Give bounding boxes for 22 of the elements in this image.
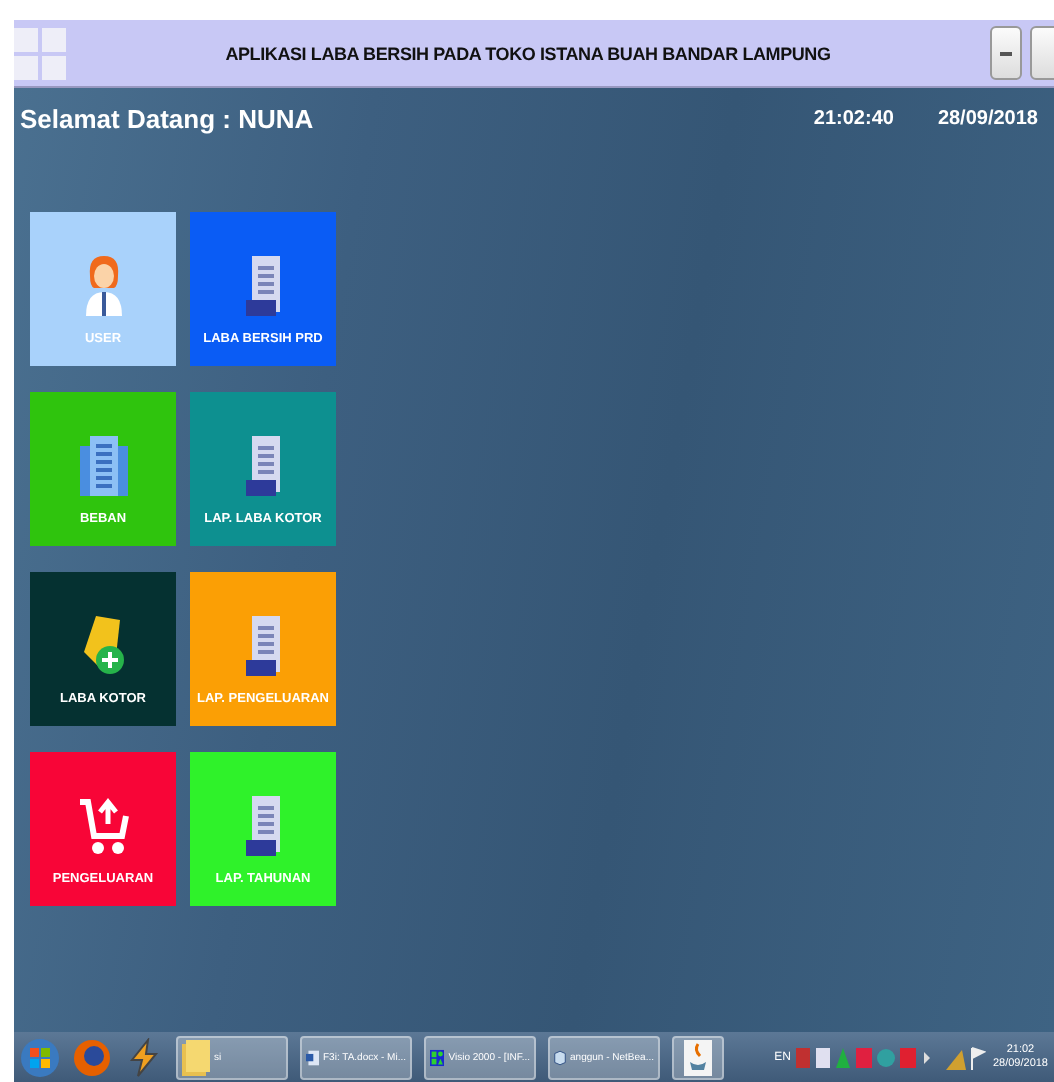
network-icon [946,1045,987,1069]
java-icon [684,1039,712,1075]
tag-plus-icon [79,616,127,676]
java-taskbar-button[interactable] [672,1035,724,1079]
document-icon [245,256,281,316]
clock-date: 28/09/2018 [937,107,1038,129]
document-icon [245,616,281,676]
clock-time: 21:02:40 [813,107,894,129]
welcome-text: Selamat Datang : NUNA [20,103,316,133]
window-title: APLIKASI LABA BERSIH PADA TOKO ISTANA BUAH BANDAR LAMPUNG [223,43,833,63]
building-icon [79,436,127,496]
start-orb-icon[interactable] [20,1037,60,1077]
folder-icon [182,1039,210,1075]
browser-icon[interactable] [72,1037,112,1077]
minimize-icon [1000,51,1012,55]
document-icon [245,436,281,496]
cart-icon [77,796,129,856]
person-icon [83,256,123,316]
document-icon [245,796,281,856]
window-logo-icon [14,27,66,79]
lightning-icon[interactable] [124,1037,164,1077]
minimize-button[interactable] [990,26,1022,80]
